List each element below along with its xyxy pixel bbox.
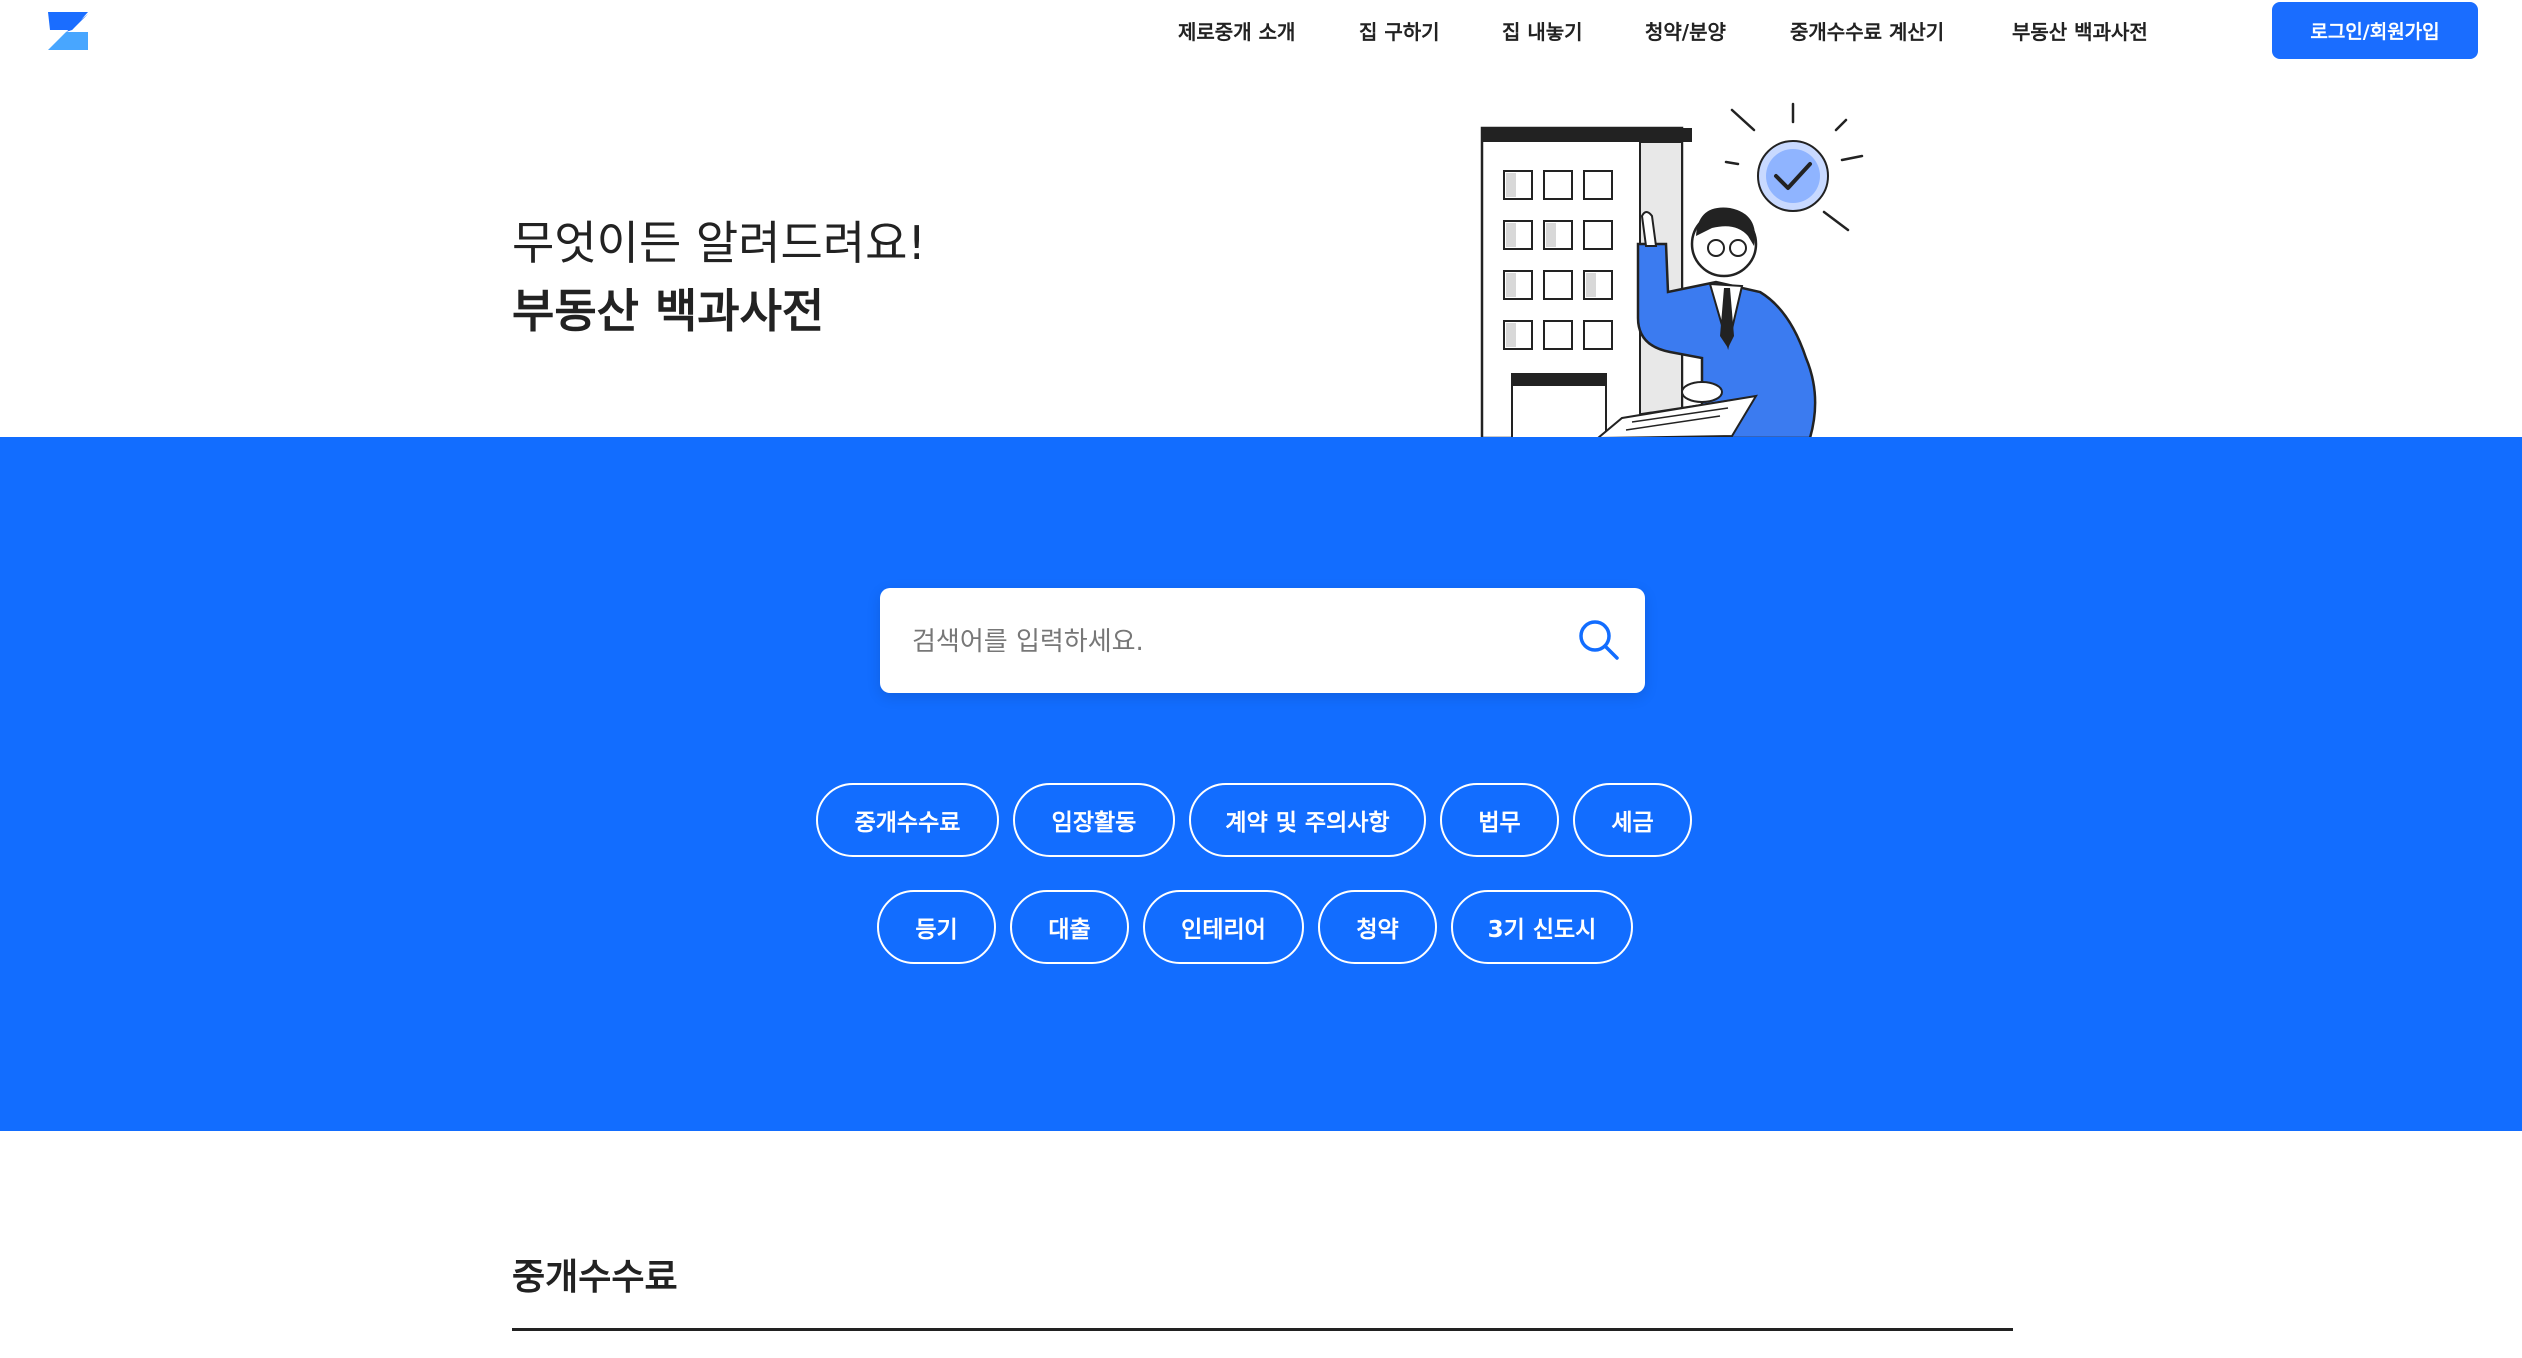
agent-building-illustration <box>1480 102 1864 438</box>
category-chip-interior[interactable]: 인테리어 <box>1143 890 1304 964</box>
nav-item-fee-calculator[interactable]: 중개수수료 계산기 <box>1790 16 1944 45</box>
nav-item-find-home[interactable]: 집 구하기 <box>1359 16 1440 45</box>
category-chip-tax[interactable]: 세금 <box>1573 783 1692 857</box>
hero-subtitle: 무엇이든 알려드려요! <box>512 216 926 270</box>
category-chip-legal[interactable]: 법무 <box>1440 783 1559 857</box>
search-box[interactable] <box>880 588 1645 695</box>
login-signup-button[interactable]: 로그인/회원가입 <box>2272 2 2478 59</box>
section-title: 중개수수료 <box>512 1257 678 1298</box>
nav-item-list-home[interactable]: 집 내놓기 <box>1502 16 1583 45</box>
category-chip-site-visit[interactable]: 임장활동 <box>1013 783 1175 857</box>
page-title: 부동산 백과사전 <box>512 284 825 338</box>
category-chip-fee[interactable]: 중개수수료 <box>816 783 999 857</box>
nav-item-subscription[interactable]: 청약/분양 <box>1645 16 1726 45</box>
category-chip-new-town[interactable]: 3기 신도시 <box>1451 890 1633 964</box>
zero-logo-icon[interactable] <box>44 6 94 56</box>
section-divider <box>512 1328 2013 1331</box>
category-chip-registry[interactable]: 등기 <box>877 890 996 964</box>
category-chip-subscription[interactable]: 청약 <box>1318 890 1437 964</box>
nav-item-about[interactable]: 제로중개 소개 <box>1178 16 1295 45</box>
nav-item-encyclopedia[interactable]: 부동산 백과사전 <box>2012 16 2148 45</box>
search-input[interactable] <box>910 588 1554 695</box>
search-icon[interactable] <box>1577 618 1621 662</box>
category-chip-contract[interactable]: 계약 및 주의사항 <box>1189 783 1426 857</box>
category-chip-loan[interactable]: 대출 <box>1010 890 1129 964</box>
